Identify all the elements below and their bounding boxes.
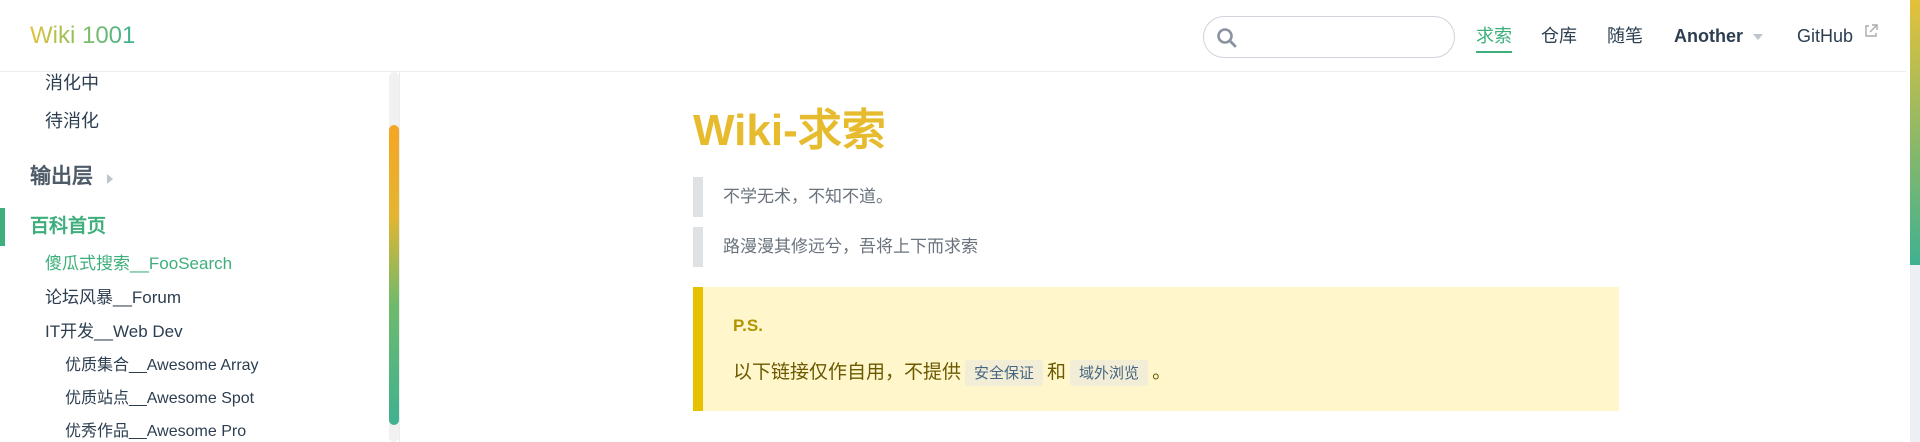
quote-2-text: 路漫漫其修远兮，吾将上下而求索 bbox=[723, 237, 978, 256]
sidebar-item-awesome-pro[interactable]: 优秀作品__Awesome Pro bbox=[65, 420, 246, 442]
search-box[interactable] bbox=[1203, 16, 1455, 58]
tip-text-mid: 和 bbox=[1047, 362, 1067, 383]
sidebar-item-web-dev[interactable]: IT开发__Web Dev bbox=[45, 320, 183, 344]
sidebar-item-forum[interactable]: 论坛风暴__Forum bbox=[45, 286, 181, 310]
sidebar: 消化中 待消化 输出层 百科首页 傻瓜式搜索__FooSearch 论坛风暴__… bbox=[0, 72, 400, 442]
chevron-right-icon bbox=[107, 174, 113, 184]
page-scrollbar[interactable] bbox=[1910, 0, 1920, 442]
sidebar-item-foosearch[interactable]: 傻瓜式搜索__FooSearch bbox=[45, 252, 232, 276]
external-link-icon bbox=[1865, 24, 1878, 37]
page-title: Wiki-求索 bbox=[693, 106, 886, 155]
sidebar-item-xiaohuazhong[interactable]: 消化中 bbox=[45, 72, 99, 95]
search-icon bbox=[1217, 28, 1237, 48]
nav-link-cangku[interactable]: 仓库 bbox=[1541, 24, 1577, 48]
quote-1: 不学无术，不知不道。 bbox=[693, 177, 1033, 217]
quote-2: 路漫漫其修远兮，吾将上下而求索 bbox=[693, 227, 1033, 267]
sidebar-item-awesome-array[interactable]: 优质集合__Awesome Array bbox=[65, 354, 259, 378]
quote-1-text: 不学无术，不知不道。 bbox=[723, 187, 893, 206]
tip-code-security: 安全保证 bbox=[965, 360, 1044, 386]
navbar: Wiki 1001 求索 仓库 随笔 Another GitHub bbox=[0, 0, 1906, 72]
sidebar-group-wiki-home[interactable]: 百科首页 bbox=[30, 215, 106, 239]
sidebar-item-awesome-spot[interactable]: 优质站点__Awesome Spot bbox=[65, 387, 254, 411]
site-brand[interactable]: Wiki 1001 bbox=[30, 20, 135, 52]
sidebar-group-output[interactable]: 输出层 bbox=[30, 165, 93, 189]
tip-text-after: 。 bbox=[1152, 362, 1172, 383]
sidebar-item-daixiaohua[interactable]: 待消化 bbox=[45, 109, 99, 133]
nav-dropdown-another[interactable]: Another bbox=[1674, 24, 1743, 48]
nav-link-qiusuo[interactable]: 求索 bbox=[1476, 24, 1512, 53]
active-indicator bbox=[0, 208, 5, 246]
search-input[interactable] bbox=[1244, 23, 1444, 51]
chevron-down-icon bbox=[1753, 34, 1763, 40]
tip-code-overseas: 域外浏览 bbox=[1070, 360, 1149, 386]
nav-link-suibi[interactable]: 随笔 bbox=[1607, 24, 1643, 48]
tip-title: P.S. bbox=[733, 316, 763, 335]
nav-link-github[interactable]: GitHub bbox=[1797, 24, 1853, 48]
tip-box: P.S. 以下链接仅作自用，不提供 安全保证和域外浏览。 bbox=[693, 287, 1619, 411]
tip-body: 以下链接仅作自用，不提供 安全保证和域外浏览。 bbox=[733, 359, 1171, 387]
sidebar-scroll-thumb[interactable] bbox=[389, 125, 399, 425]
tip-text-before: 以下链接仅作自用，不提供 bbox=[733, 362, 962, 383]
